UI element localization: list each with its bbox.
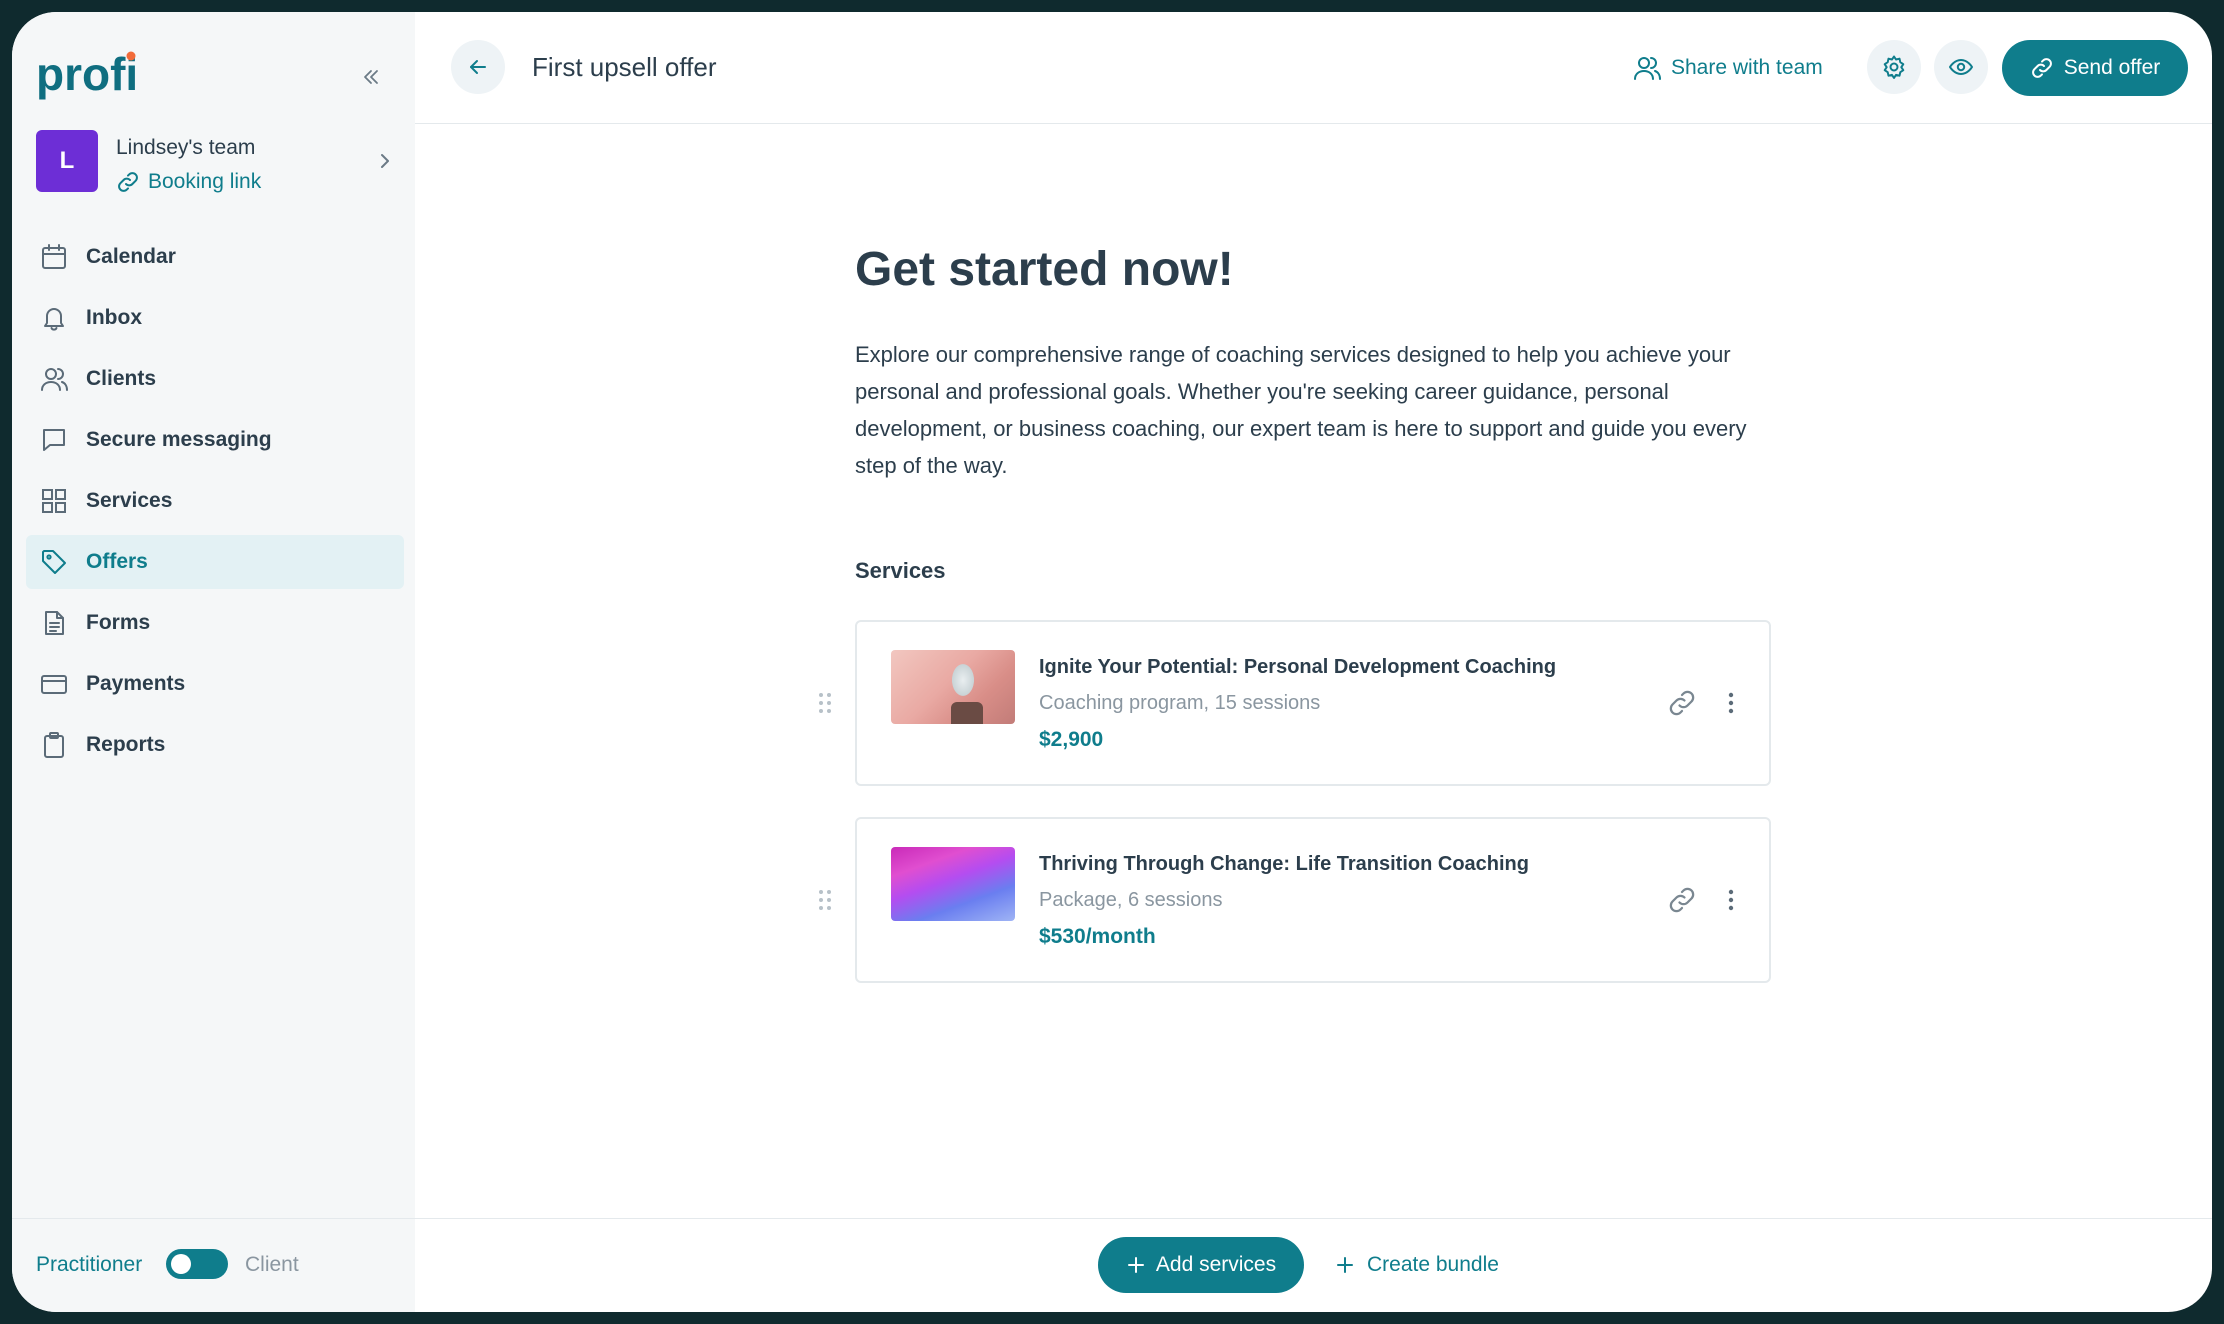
- clipboard-icon: [44, 732, 64, 758]
- page-title: First upsell offer: [532, 52, 717, 82]
- mode-client-label: Client: [245, 1253, 299, 1276]
- settings-button[interactable]: [1867, 40, 1921, 94]
- add-services-button[interactable]: Add services: [1098, 1237, 1304, 1293]
- service-thumbnail: [891, 847, 1015, 921]
- sidebar-item-label: Forms: [86, 611, 151, 634]
- sidebar-item-reports[interactable]: Reports: [26, 718, 404, 772]
- sidebar-item-label: Reports: [86, 733, 166, 756]
- chevron-right-icon: [376, 150, 394, 177]
- sidebar: profi L Lindsey's team Booking link Cale…: [12, 12, 415, 1312]
- create-bundle-label: Create bundle: [1367, 1253, 1499, 1276]
- sidebar-item-forms[interactable]: Forms: [26, 596, 404, 650]
- more-options-button[interactable]: [1721, 885, 1741, 920]
- service-card[interactable]: Thriving Through Change: Life Transition…: [819, 817, 1771, 983]
- page-header: First upsell offer Share with team Send …: [415, 12, 2212, 124]
- drag-handle-icon[interactable]: [815, 887, 835, 913]
- create-bundle-button[interactable]: Create bundle: [1335, 1253, 1499, 1277]
- offer-editor: Get started now! Explore our comprehensi…: [415, 124, 2212, 1218]
- message-icon: [43, 429, 65, 451]
- sidebar-item-calendar[interactable]: Calendar: [26, 230, 404, 284]
- service-subtitle: Package, 6 sessions: [1039, 889, 1223, 911]
- team-avatar: L: [36, 130, 98, 192]
- sidebar-item-label: Payments: [86, 672, 186, 695]
- sidebar-item-label: Clients: [86, 367, 157, 390]
- eye-icon: [1949, 59, 1973, 75]
- service-price: $530/month: [1039, 925, 1156, 948]
- more-vertical-icon: [1728, 889, 1734, 911]
- double-chevron-left-icon: [364, 70, 378, 84]
- sidebar-nav: Calendar Inbox Clients Secure messaging: [26, 230, 404, 779]
- document-icon: [45, 611, 64, 635]
- back-button[interactable]: [451, 40, 505, 94]
- tag-icon: [42, 550, 66, 574]
- sidebar-item-label: Offers: [86, 550, 148, 573]
- sidebar-item-payments[interactable]: Payments: [26, 657, 404, 711]
- more-vertical-icon: [1728, 692, 1734, 714]
- service-title: Thriving Through Change: Life Transition…: [1039, 853, 1529, 875]
- sidebar-item-label: Secure messaging: [86, 428, 272, 451]
- offer-heading[interactable]: Get started now!: [855, 242, 1234, 297]
- service-title: Ignite Your Potential: Personal Developm…: [1039, 656, 1557, 678]
- plus-icon: [1337, 1257, 1353, 1273]
- profi-logo: profi: [36, 46, 146, 106]
- grid-icon: [42, 489, 66, 513]
- preview-button[interactable]: [1934, 40, 1988, 94]
- send-offer-label: Send offer: [2063, 56, 2161, 79]
- offer-intro-text[interactable]: Explore our comprehensive range of coach…: [855, 336, 1775, 484]
- sidebar-item-label: Services: [86, 489, 173, 512]
- users-icon: [1634, 57, 1661, 80]
- arrow-left-icon: [470, 60, 486, 74]
- sidebar-item-label: Inbox: [86, 306, 142, 329]
- drag-handle-icon[interactable]: [815, 690, 835, 716]
- add-services-label: Add services: [1155, 1253, 1277, 1276]
- share-with-team-label: Share with team: [1671, 56, 1823, 79]
- bottom-action-bar: Add services Create bundle: [415, 1218, 2212, 1312]
- team-switcher[interactable]: L Lindsey's team Booking link: [36, 126, 396, 196]
- users-icon: [41, 368, 68, 391]
- booking-link[interactable]: Booking link: [116, 170, 261, 194]
- sidebar-item-label: Calendar: [86, 245, 176, 268]
- service-card[interactable]: Ignite Your Potential: Personal Developm…: [819, 620, 1771, 786]
- service-subtitle: Coaching program, 15 sessions: [1039, 692, 1321, 714]
- link-icon: [1669, 690, 1695, 716]
- credit-card-icon: [41, 675, 67, 694]
- link-icon: [118, 172, 138, 192]
- mode-practitioner-label: Practitioner: [36, 1253, 143, 1276]
- collapse-sidebar-button[interactable]: [356, 62, 386, 92]
- mode-toggle[interactable]: [166, 1249, 228, 1279]
- sidebar-item-clients[interactable]: Clients: [26, 352, 404, 406]
- sidebar-item-inbox[interactable]: Inbox: [26, 291, 404, 345]
- svg-text:profi: profi: [36, 48, 138, 100]
- link-icon: [1669, 887, 1695, 913]
- plus-icon: [1127, 1257, 1144, 1273]
- calendar-icon: [42, 244, 66, 269]
- mode-switcher: Practitioner Client: [12, 1218, 415, 1312]
- send-offer-button[interactable]: Send offer: [2002, 40, 2188, 96]
- app-window: profi L Lindsey's team Booking link Cale…: [12, 12, 2212, 1312]
- services-section-label: Services: [855, 558, 946, 583]
- share-with-team-button[interactable]: Share with team: [1633, 54, 1823, 82]
- team-name: Lindsey's team: [116, 136, 256, 159]
- more-options-button[interactable]: [1721, 688, 1741, 723]
- sidebar-item-offers[interactable]: Offers: [26, 535, 404, 589]
- sidebar-item-secure-messaging[interactable]: Secure messaging: [26, 413, 404, 467]
- link-icon: [2031, 58, 2052, 78]
- bell-icon: [44, 308, 64, 331]
- copy-link-button[interactable]: [1667, 688, 1697, 723]
- service-price: $2,900: [1039, 728, 1104, 751]
- sidebar-item-services[interactable]: Services: [26, 474, 404, 528]
- booking-link-label: Booking link: [148, 170, 262, 193]
- gear-icon: [1883, 55, 1905, 79]
- copy-link-button[interactable]: [1667, 885, 1697, 920]
- service-thumbnail: [891, 650, 1015, 724]
